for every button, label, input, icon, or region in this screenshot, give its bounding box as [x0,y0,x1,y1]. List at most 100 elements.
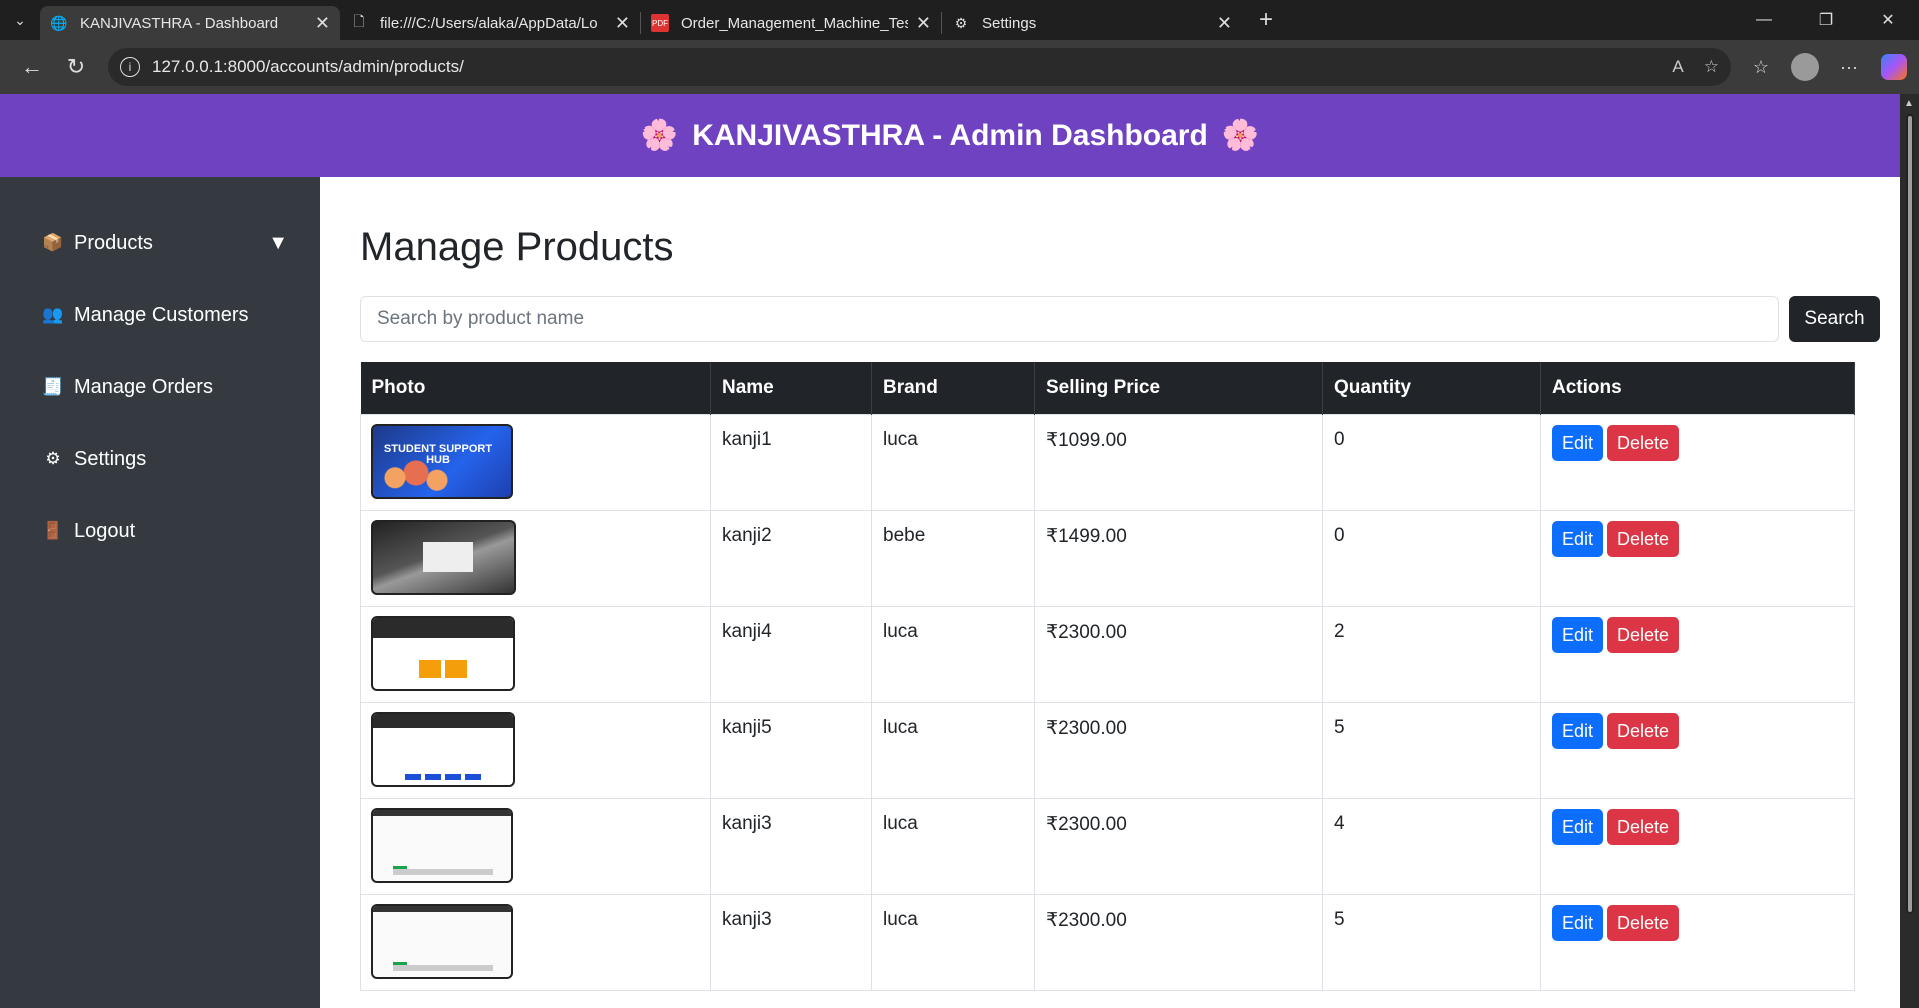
tab-file[interactable]: 🗋 file:///C:/Users/alaka/AppData/Lo ✕ [340,6,640,40]
close-icon[interactable]: ✕ [1217,13,1232,34]
edit-button[interactable]: Edit [1552,424,1604,461]
pdf-icon: PDF [651,14,669,32]
delete-button[interactable]: Delete [1607,808,1680,845]
favorite-star-icon[interactable]: ☆ [1704,57,1719,77]
product-thumbnail [371,807,513,883]
photo-cell [360,701,711,799]
restore-icon[interactable]: ❐ [1795,0,1857,40]
brand-cell: luca [871,605,1035,703]
copilot-icon[interactable] [1881,54,1907,80]
sidebar-item-label: Settings [74,447,147,470]
profile-avatar[interactable] [1791,53,1819,81]
read-aloud-icon[interactable]: A [1672,57,1683,77]
name-cell: kanji1 [710,413,872,511]
name-cell: kanji3 [710,797,872,895]
brand-cell: luca [871,701,1035,799]
gear-icon: ⚙ [45,449,61,468]
actions-cell: Edit Delete [1540,893,1855,991]
delete-button[interactable]: Delete [1607,712,1680,749]
delete-button[interactable]: Delete [1607,424,1680,461]
sidebar-item-label: Products [74,231,153,254]
delete-button[interactable]: Delete [1607,904,1680,941]
table-row: kanji4 luca ₹2300.00 2 Edit Delete [360,605,1855,703]
edit-button[interactable]: Edit [1552,520,1604,557]
table-header-row: Photo Name Brand Selling Price Quantity … [360,362,1855,414]
actions-cell: Edit Delete [1540,413,1855,511]
caret-down-icon[interactable]: ▼ [268,232,288,255]
brand-cell: luca [871,893,1035,991]
price-cell: ₹2300.00 [1034,605,1323,703]
products-table: Photo Name Brand Selling Price Quantity … [360,362,1855,991]
url-text: 127.0.0.1:8000/accounts/admin/products/ [152,57,464,76]
door-icon: 🚪 [42,521,64,540]
delete-button[interactable]: Delete [1607,616,1680,653]
edit-button[interactable]: Edit [1552,808,1604,845]
brand-cell: luca [871,797,1035,895]
file-icon: 🗋 [353,13,365,29]
back-arrow-icon[interactable]: ← [12,47,52,87]
photo-cell [360,509,711,607]
name-cell: kanji3 [710,893,872,991]
close-icon[interactable]: ✕ [315,13,330,34]
favorites-icon[interactable]: ☆ [1739,57,1783,78]
price-cell: ₹2300.00 [1034,893,1323,991]
table-row: STUDENT SUPPORT HUB kanji1 luca ₹1099.00… [360,413,1855,511]
search-button[interactable]: Search [1789,296,1880,342]
edit-button[interactable]: Edit [1552,904,1604,941]
tab-dashboard[interactable]: 🌐 KANJIVASTHRA - Dashboard ✕ [40,6,340,40]
main-content: Manage Products Search Photo Name Brand … [320,177,1900,1008]
web-page: 🌸 KANJIVASTHRA - Admin Dashboard 🌸 📦 Pro… [0,94,1900,1008]
sidebar-item-label: Manage Customers [74,303,249,326]
actions-cell: Edit Delete [1540,701,1855,799]
tab-settings[interactable]: ⚙ Settings ✕ [942,6,1242,40]
receipt-icon: 🧾 [42,377,64,396]
sidebar-item-products[interactable]: 📦 Products ▼ [0,207,320,279]
tab-pdf[interactable]: PDF Order_Management_Machine_Tes ✕ [641,6,941,40]
scroll-up-icon[interactable]: ▲ [1904,98,1914,109]
new-tab-button[interactable]: + [1248,6,1284,34]
thumbnail-text: STUDENT SUPPORT HUB [383,442,493,466]
brand-cell: luca [871,413,1035,511]
sidebar-item-orders[interactable]: 🧾 Manage Orders [0,351,320,423]
edit-button[interactable]: Edit [1552,616,1604,653]
column-header: Actions [1540,362,1855,414]
edit-button[interactable]: Edit [1552,712,1604,749]
quantity-cell: 0 [1322,509,1541,607]
search-input[interactable] [360,296,1779,342]
price-cell: ₹1499.00 [1034,509,1323,607]
browser-tab-bar: ⌄ 🌐 KANJIVASTHRA - Dashboard ✕ 🗋 file://… [0,0,1919,40]
close-window-icon[interactable]: ✕ [1857,0,1919,40]
scrollbar-thumb[interactable] [1906,114,1914,914]
sidebar: 📦 Products ▼ 👥 Manage Customers 🧾 Manage… [0,177,320,1008]
address-toolbar: ← ↻ i 127.0.0.1:8000/accounts/admin/prod… [0,40,1919,94]
sidebar-item-label: Logout [74,519,136,542]
site-info-icon[interactable]: i [120,57,140,77]
sidebar-item-logout[interactable]: 🚪 Logout [0,495,320,567]
search-row: Search [360,296,1880,342]
minimize-icon[interactable]: — [1733,0,1795,40]
sidebar-item-settings[interactable]: ⚙ Settings [0,423,320,495]
delete-button[interactable]: Delete [1607,520,1680,557]
table-row: kanji3 luca ₹2300.00 4 Edit Delete [360,797,1855,895]
sidebar-item-customers[interactable]: 👥 Manage Customers [0,279,320,351]
page-scrollbar[interactable]: ▲ [1900,94,1919,1008]
address-bar[interactable]: i 127.0.0.1:8000/accounts/admin/products… [108,48,1731,86]
quantity-cell: 4 [1322,797,1541,895]
gear-icon: ⚙ [954,14,968,31]
column-header: Name [710,362,872,414]
globe-icon: 🌐 [50,14,68,31]
column-header: Brand [871,362,1035,414]
flower-icon: 🌸 [1221,119,1260,152]
column-header: Quantity [1322,362,1541,414]
photo-cell: STUDENT SUPPORT HUB [360,413,711,511]
tab-actions-chevron-icon[interactable]: ⌄ [0,0,40,40]
table-row: kanji5 luca ₹2300.00 5 Edit Delete [360,701,1855,799]
close-icon[interactable]: ✕ [615,13,630,34]
actions-cell: Edit Delete [1540,797,1855,895]
more-menu-icon[interactable]: ··· [1827,57,1871,78]
product-thumbnail [371,519,516,595]
close-icon[interactable]: ✕ [916,13,931,34]
refresh-icon[interactable]: ↻ [56,47,96,87]
page-title: KANJIVASTHRA - Admin Dashboard [692,118,1208,152]
photo-cell [360,893,711,991]
